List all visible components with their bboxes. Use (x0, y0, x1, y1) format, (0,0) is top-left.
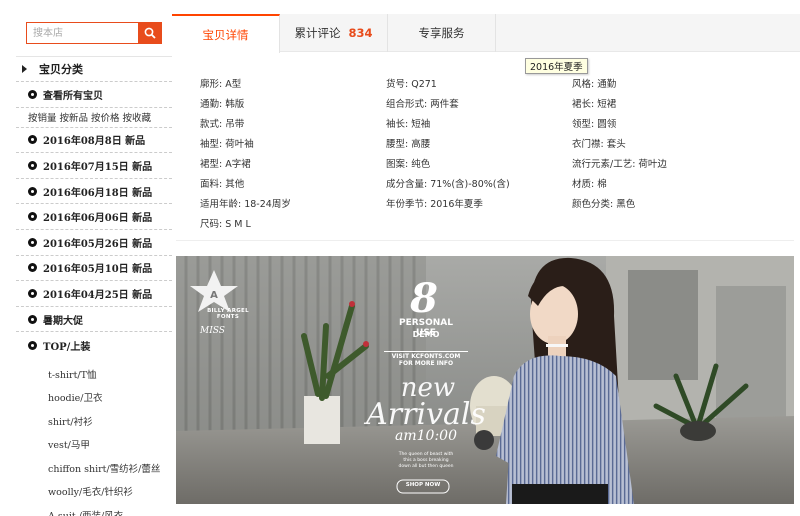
category-all-items[interactable]: 查看所有宝贝 (16, 82, 172, 108)
attribute: 流行元素/工艺: 荷叶边 (572, 159, 667, 170)
tab-reviews-label: 累计评论 (294, 26, 341, 40)
category-header[interactable]: 宝贝分类 (16, 56, 172, 82)
banner-tagline: The queen of beast with this a boss brea… (374, 452, 478, 470)
bullet-icon (28, 237, 37, 247)
subcategory-item[interactable]: hoodie/卫衣 (48, 385, 172, 409)
sort-by-favorites[interactable]: 按收藏 (123, 110, 152, 124)
category-item[interactable]: 2016年06月06日 新品 (16, 204, 172, 230)
attribute: 面料: 其他 (200, 179, 245, 190)
tab-details[interactable]: 宝贝详情 (172, 14, 280, 53)
sort-by-new[interactable]: 按新品 (60, 110, 89, 124)
search-button[interactable] (138, 22, 162, 44)
attribute: 风格: 通勤 (572, 79, 617, 90)
banner-logo-text: BILLY ARGEL FONTS (207, 308, 249, 320)
banner-photo: A 8 new Arrivals (176, 256, 794, 504)
subcategory-item[interactable]: shirt/衬衫 (48, 409, 172, 433)
subcategory-item[interactable]: vest/马甲 (48, 432, 172, 456)
category-title: 宝贝分类 (39, 63, 83, 76)
category-item[interactable]: 2016年07月15日 新品 (16, 153, 172, 179)
bullet-icon (28, 314, 37, 324)
attribute: 袖型: 荷叶袖 (200, 139, 254, 150)
bullet-icon (28, 135, 37, 145)
bullet-icon (28, 340, 37, 350)
attribute: 图案: 纯色 (386, 159, 431, 170)
attribute: 成分含量: 71%(含)-80%(含) (386, 179, 510, 190)
subcategory-item[interactable]: chiffon shirt/雪纺衫/蕾丝 (48, 456, 172, 480)
subcategory-list: t-shirt/T恤 hoodie/卫衣 shirt/衬衫 vest/马甲 ch… (16, 358, 172, 516)
attribute: 货号: Q271 (386, 79, 437, 90)
sort-by-price[interactable]: 按价格 (91, 110, 120, 124)
sort-by-sales[interactable]: 按销量 (28, 110, 57, 124)
shop-sidebar: 宝贝分类 查看所有宝贝 按销量 按新品 按价格 按收藏 2016年08月8日 新… (16, 14, 172, 516)
category-label: 2016年05月10日 新品 (43, 264, 153, 276)
subcategory-item[interactable]: woolly/毛衣/针织衫 (48, 479, 172, 503)
search-icon (144, 27, 156, 39)
attribute: 裙长: 短裙 (572, 99, 617, 110)
category-label: 查看所有宝贝 (43, 90, 103, 102)
banner-brand: MISS (200, 326, 225, 336)
category-label: 2016年05月26日 新品 (43, 238, 153, 250)
section-divider (176, 240, 794, 241)
tab-details-label: 宝贝详情 (202, 27, 249, 42)
triangle-right-icon (22, 65, 27, 73)
category-label: 2016年06月18日 新品 (43, 187, 153, 199)
banner-visit: VISIT KCFONTS.COM (384, 351, 468, 360)
tab-reviews[interactable]: 累计评论 834 (280, 14, 388, 52)
category-list: 查看所有宝贝 按销量 按新品 按价格 按收藏 2016年08月8日 新品 201… (16, 82, 172, 516)
attribute: 领型: 圆领 (572, 119, 617, 130)
shop-search-input[interactable] (26, 22, 138, 44)
attribute: 款式: 吊带 (200, 119, 245, 130)
attribute: 裙型: A字裙 (200, 159, 251, 170)
category-label: 暑期大促 (43, 315, 83, 327)
category-label: 2016年06月06日 新品 (43, 213, 153, 225)
category-label: 2016年08月8日 新品 (43, 136, 146, 148)
banner-more-info: FOR MORE INFO (398, 360, 454, 367)
tab-service[interactable]: 专享服务 (388, 14, 496, 52)
category-item[interactable]: 2016年04月25日 新品 (16, 281, 172, 307)
category-item[interactable]: TOP/上装 (16, 332, 172, 358)
category-label: TOP/上装 (43, 341, 91, 353)
attribute: 通勤: 韩版 (200, 99, 245, 110)
category-label: 2016年07月15日 新品 (43, 161, 153, 173)
bullet-icon (28, 160, 37, 170)
category-item[interactable]: 2016年08月8日 新品 (16, 128, 172, 154)
attribute: 组合形式: 两件套 (386, 99, 459, 110)
svg-text:8: 8 (409, 275, 438, 322)
shop-search (26, 22, 162, 44)
attribute: 颜色分类: 黑色 (572, 199, 636, 210)
attribute-tooltip: 2016年夏季 (525, 58, 588, 74)
product-banner-image: A 8 new Arrivals BILLY ARGEL FONTS MISS … (176, 256, 794, 504)
attribute: 尺码: S M L (200, 219, 251, 230)
category-item[interactable]: 暑期大促 (16, 307, 172, 333)
category-label: 2016年04月25日 新品 (43, 289, 153, 301)
attribute: 廓形: A型 (200, 79, 242, 90)
bullet-icon (28, 89, 37, 99)
banner-time: am10:00 (395, 428, 457, 444)
sort-options: 按销量 按新品 按价格 按收藏 (16, 108, 172, 128)
category-item[interactable]: 2016年06月18日 新品 (16, 179, 172, 205)
attribute: 袖长: 短袖 (386, 119, 431, 130)
tab-service-label: 专享服务 (418, 26, 465, 40)
attribute: 年份季节: 2016年夏季 (386, 199, 483, 210)
category-item[interactable]: 2016年05月10日 新品 (16, 256, 172, 282)
bullet-icon (28, 288, 37, 298)
banner-demo: DEMO (412, 330, 440, 339)
attribute: 腰型: 高腰 (386, 139, 431, 150)
review-count: 834 (348, 26, 373, 40)
subcategory-item[interactable]: t-shirt/T恤 (48, 362, 172, 386)
svg-text:A: A (210, 290, 218, 301)
banner-tagline-line: down all but then queen (398, 464, 454, 469)
bullet-icon (28, 263, 37, 273)
banner-title-arrivals: Arrivals (363, 397, 486, 432)
attribute: 材质: 棉 (572, 179, 607, 190)
subcategory-item[interactable]: A suit /西装/风衣 (48, 503, 172, 516)
detail-tabbar: 宝贝详情 累计评论 834 专享服务 (172, 14, 800, 53)
bullet-icon (28, 212, 37, 222)
banner-shop-now[interactable]: SHOP NOW (397, 482, 449, 488)
category-item[interactable]: 2016年05月26日 新品 (16, 230, 172, 256)
bullet-icon (28, 186, 37, 196)
attribute: 适用年龄: 18-24周岁 (200, 199, 291, 210)
attribute: 衣门襟: 套头 (572, 139, 626, 150)
